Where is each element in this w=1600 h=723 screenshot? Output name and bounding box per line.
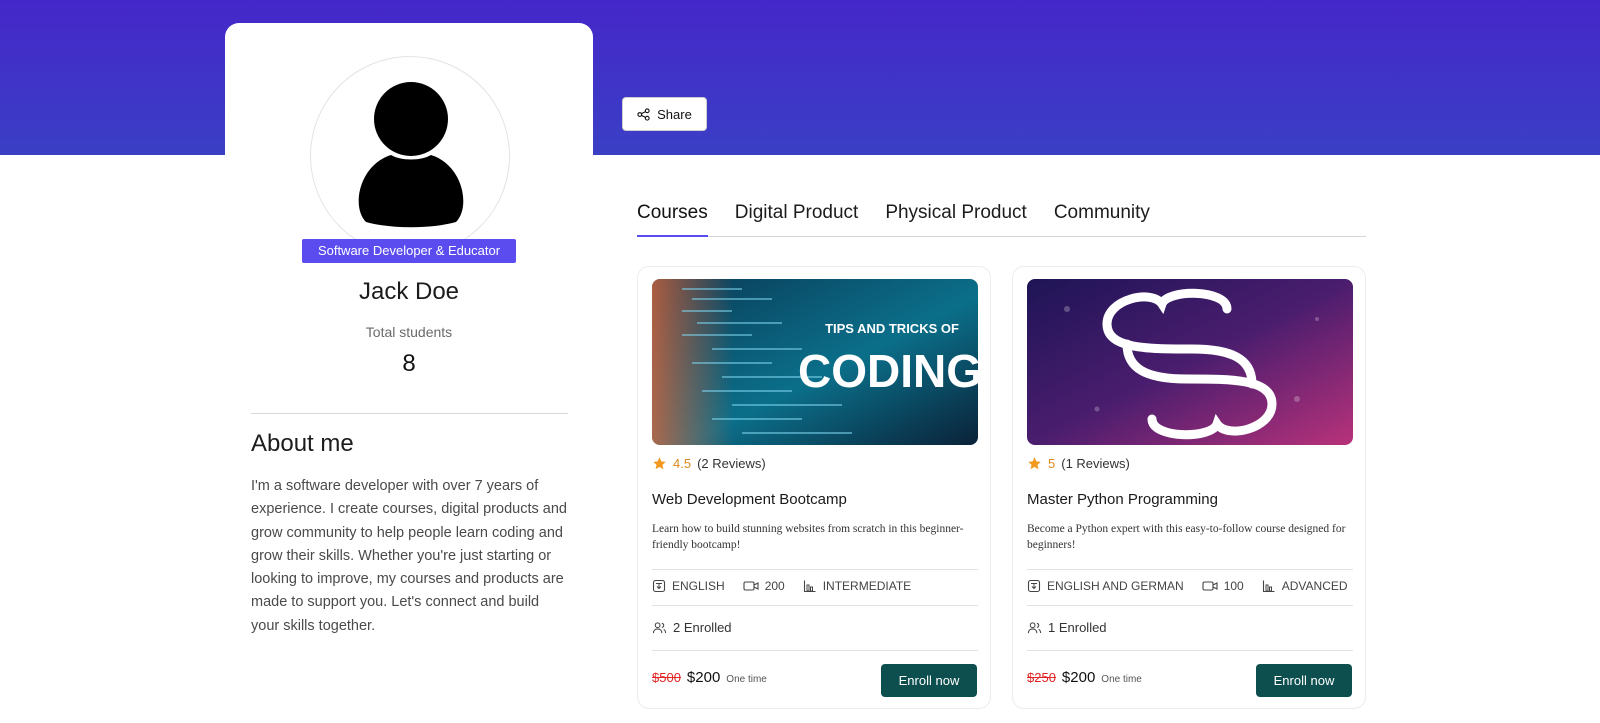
about-title: About me <box>251 430 354 457</box>
price: $500 $200 One time <box>652 669 767 686</box>
share-button[interactable]: Share <box>622 97 707 131</box>
language-icon <box>1027 579 1041 593</box>
video-icon <box>1202 581 1218 591</box>
course-card[interactable]: TIPS AND TRICKS OF CODING 4.5 (2 Reviews… <box>637 266 991 709</box>
rating: 5 (1 Reviews) <box>1027 456 1130 471</box>
course-title[interactable]: Web Development Bootcamp <box>652 491 847 508</box>
rating-reviews: (1 Reviews) <box>1061 456 1130 471</box>
tab-digital-product[interactable]: Digital Product <box>735 196 859 237</box>
share-label: Share <box>657 106 692 122</box>
enroll-button[interactable]: Enroll now <box>1256 664 1352 697</box>
thumb-caption-big: CODING <box>798 345 978 397</box>
divider <box>251 413 568 414</box>
course-thumbnail <box>1027 279 1353 445</box>
course-meta: ENGLISH 200 INTERMEDIATE <box>652 579 911 593</box>
user-silhouette-icon <box>358 82 464 228</box>
thumb-caption-small: TIPS AND TRICKS OF <box>825 321 959 336</box>
about-text: I'm a software developer with over 7 yea… <box>251 478 567 634</box>
enrolled-count: 1 Enrolled <box>1027 620 1107 635</box>
rating-reviews: (2 Reviews) <box>697 456 766 471</box>
users-icon <box>652 621 667 633</box>
divider <box>652 569 978 570</box>
divider <box>652 650 978 651</box>
old-price: $500 <box>652 670 681 685</box>
course-level: INTERMEDIATE <box>822 579 912 593</box>
price: $250 $200 One time <box>1027 669 1142 686</box>
video-icon <box>743 581 759 591</box>
price-type: One time <box>726 674 767 685</box>
divider <box>1027 650 1353 651</box>
content-tabs: Courses Digital Product Physical Product… <box>637 196 1366 237</box>
tab-courses[interactable]: Courses <box>637 196 708 237</box>
course-videos: 200 <box>764 579 785 593</box>
course-thumbnail: TIPS AND TRICKS OF CODING <box>652 279 978 445</box>
enrolled-label: 1 Enrolled <box>1048 620 1107 635</box>
tab-community[interactable]: Community <box>1054 196 1150 237</box>
tab-physical-product[interactable]: Physical Product <box>885 196 1027 237</box>
star-icon <box>1028 457 1041 470</box>
current-price: $200 <box>1061 669 1096 686</box>
enrolled-label: 2 Enrolled <box>673 620 732 635</box>
divider <box>1027 605 1353 606</box>
course-language: ENGLISH <box>672 579 725 593</box>
old-price: $250 <box>1027 670 1056 685</box>
rating: 4.5 (2 Reviews) <box>652 456 766 471</box>
share-icon <box>637 107 650 121</box>
language-icon <box>652 579 666 593</box>
enrolled-count: 2 Enrolled <box>652 620 732 635</box>
course-language: ENGLISH AND GERMAN <box>1047 579 1184 593</box>
current-price: $200 <box>686 669 721 686</box>
role-badge: Software Developer & Educator <box>302 239 516 263</box>
level-icon <box>803 580 816 593</box>
course-description: Become a Python expert with this easy-to… <box>1027 523 1346 551</box>
course-videos: 100 <box>1223 579 1244 593</box>
course-title[interactable]: Master Python Programming <box>1027 491 1218 508</box>
course-meta: ENGLISH AND GERMAN 100 ADVANCED <box>1027 579 1348 593</box>
course-description: Learn how to build stunning websites fro… <box>652 523 964 551</box>
total-students-label: Total students <box>365 324 453 340</box>
rating-score: 5 <box>1048 456 1056 471</box>
price-type: One time <box>1101 674 1142 685</box>
course-card[interactable]: 5 (1 Reviews) Master Python Programming … <box>1012 266 1366 709</box>
level-icon <box>1262 580 1275 593</box>
course-level: ADVANCED <box>1281 579 1348 593</box>
avatar <box>310 56 510 256</box>
rating-score: 4.5 <box>673 456 692 471</box>
divider <box>652 605 978 606</box>
star-icon <box>653 457 666 470</box>
divider <box>1027 569 1353 570</box>
total-students-value: 8 <box>402 350 416 377</box>
enroll-button[interactable]: Enroll now <box>881 664 977 697</box>
users-icon <box>1027 621 1042 633</box>
profile-name: Jack Doe <box>358 278 460 305</box>
